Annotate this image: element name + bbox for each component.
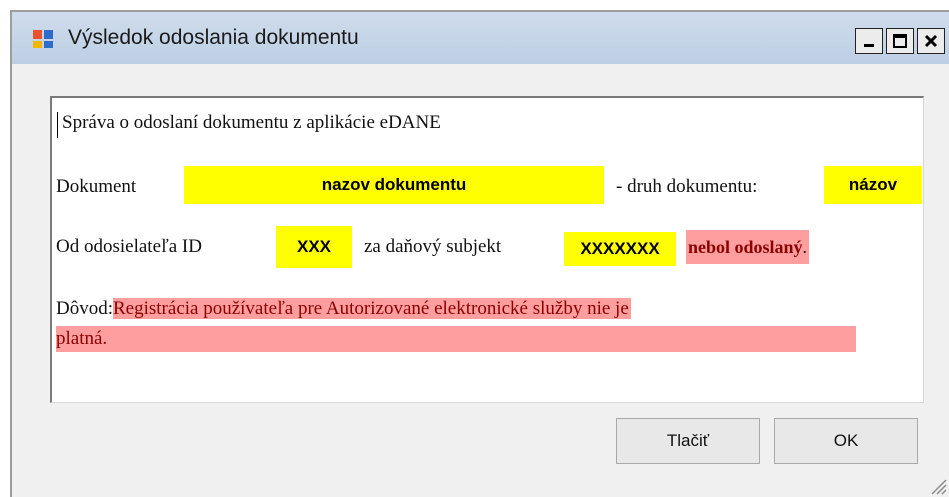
dialog-window: Výsledok odoslania dokumentu Správa o od…	[10, 10, 949, 497]
resize-grip-icon[interactable]	[929, 477, 947, 495]
minimize-button[interactable]	[855, 28, 883, 54]
maximize-icon	[893, 34, 907, 48]
window-title: Výsledok odoslania dokumentu	[68, 26, 359, 49]
reason-line2: platná.	[56, 326, 856, 352]
close-icon	[924, 34, 938, 48]
minimize-icon	[864, 44, 874, 47]
document-name-value: nazov dokumentu	[184, 166, 604, 204]
reason-label: Dôvod:	[56, 298, 113, 319]
app-icon	[33, 30, 53, 48]
title-bar[interactable]: Výsledok odoslania dokumentu	[12, 12, 949, 64]
reason-text: Registrácia používateľa pre Autorizované…	[113, 298, 631, 319]
text-caret	[57, 112, 58, 138]
document-type-label: - druh dokumentu:	[616, 176, 758, 197]
sender-id-label: Od odosielateľa ID	[56, 236, 202, 257]
print-button[interactable]: Tlačiť	[616, 418, 760, 464]
status-value: nebol odoslaný	[688, 237, 803, 257]
document-label: Dokument	[56, 176, 137, 197]
maximize-button[interactable]	[886, 28, 914, 54]
sender-id-value: XXX	[276, 226, 352, 268]
tax-subject-value: XXXXXXX	[564, 232, 676, 266]
message-box[interactable]: Správa o odoslaní dokumentu z aplikácie …	[50, 96, 924, 403]
close-button[interactable]	[917, 28, 945, 54]
ok-button[interactable]: OK	[774, 418, 918, 464]
status-period: .	[802, 237, 808, 257]
reason-line1: Dôvod:Registrácia používateľa pre Autori…	[56, 294, 631, 324]
message-header: Správa o odoslaní dokumentu z aplikácie …	[62, 112, 441, 133]
window-controls	[852, 28, 949, 54]
document-type-value: názov	[824, 166, 922, 204]
tax-subject-label: za daňový subjekt	[364, 236, 502, 257]
status-text: nebol odoslaný.	[686, 230, 810, 264]
